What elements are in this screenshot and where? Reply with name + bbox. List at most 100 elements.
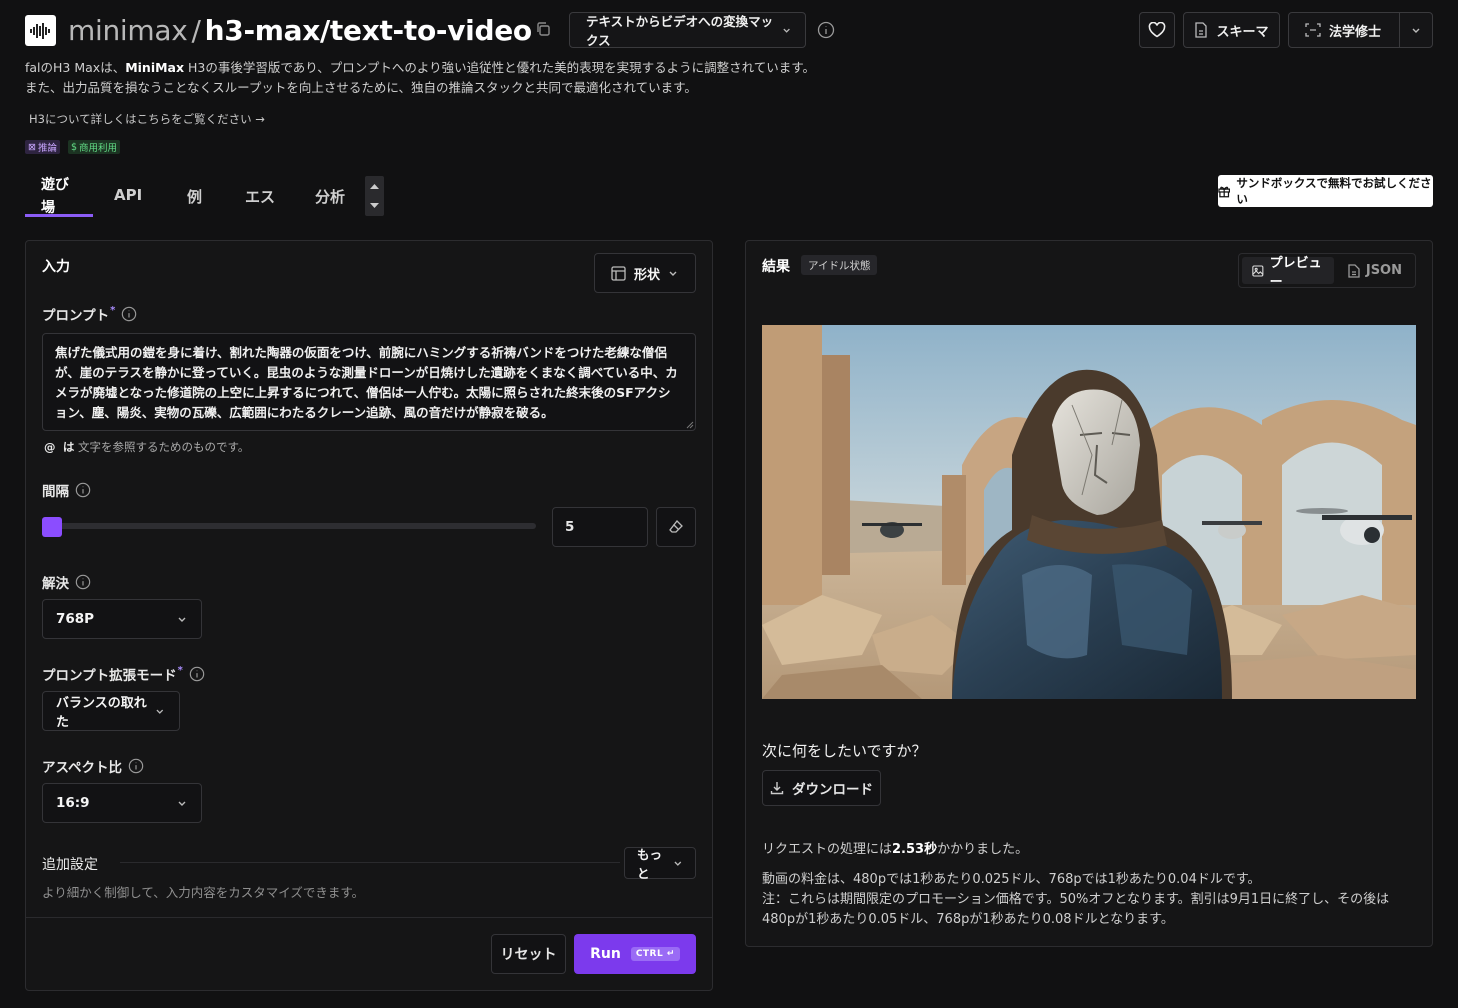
layout-icon (611, 265, 626, 281)
info-icon[interactable] (817, 21, 835, 39)
inference-badge: ⊠ 推論 (25, 140, 60, 154)
info-icon[interactable] (75, 574, 91, 590)
run-label: Run (590, 946, 621, 962)
result-title: 結果 (762, 259, 790, 275)
favorite-button[interactable] (1139, 12, 1175, 48)
resolution-value: 768P (56, 611, 95, 627)
chevron-down-icon (674, 861, 682, 866)
pricing-line-2: 注：これらは期間限定のプロモーション価格です。50%オフとなります。割引は9月1… (762, 892, 1390, 927)
video-frame-image (762, 325, 1416, 699)
badge-icon: ⊠ (28, 141, 36, 153)
copy-icon[interactable] (535, 21, 551, 37)
result-view-toggle: プレビュー JSON (1238, 253, 1416, 290)
chevron-down-icon (178, 801, 186, 806)
info-icon[interactable] (128, 758, 144, 774)
description-line-2: また、出力品質を損なうことなくスループットを向上させるために、独自の推論スタック… (25, 80, 697, 95)
model-name: h3-max/text-to-video (204, 14, 533, 47)
info-icon[interactable] (75, 482, 91, 498)
advanced-divider (120, 862, 620, 863)
file-icon (1348, 263, 1360, 278)
title-separator: / (191, 14, 201, 47)
account-button[interactable]: 法学修士 (1288, 12, 1433, 48)
duration-label: 間隔 (42, 480, 91, 500)
prompt-mode-select[interactable]: バランスの取れた (42, 691, 180, 731)
status-badge: アイドル状態 (801, 255, 878, 275)
active-tab-indicator (25, 214, 93, 217)
duration-slider[interactable] (42, 523, 536, 529)
aspect-ratio-label: アスペクト比 (42, 756, 144, 776)
duration-slider-thumb[interactable] (42, 517, 62, 537)
aspect-ratio-select[interactable]: 16:9 (42, 783, 202, 823)
commercial-badge: $ 商用利用 (68, 140, 121, 154)
download-icon (770, 782, 784, 795)
next-action-question: 次に何をしたいですか？ (762, 742, 927, 760)
info-icon[interactable] (121, 306, 137, 322)
advanced-settings-label: 追加設定 (42, 857, 98, 873)
aspect-ratio-value: 16:9 (56, 795, 90, 811)
prompt-textarea[interactable]: 焦げた儀式用の鎧を身に着け、割れた陶器の仮面をつけ、前腕にハミングする祈祷バンド… (42, 333, 696, 431)
chevron-down-icon (669, 271, 677, 276)
org-link[interactable]: minimax (68, 14, 188, 47)
pricing-info: 動画の料金は、480pでは1秒あたり0.025ドル、768pでは1秒あたり0.0… (762, 870, 1418, 930)
model-select-value: テキストからビデオへの変換マックス (586, 14, 774, 48)
prompt-label: プロンプト * (42, 304, 137, 324)
chevron-down-icon (178, 617, 186, 622)
dollar-icon: $ (71, 141, 78, 153)
preview-label: プレビュー (1269, 255, 1322, 290)
tab-scroller[interactable] (365, 176, 384, 216)
download-button[interactable]: ダウンロード (762, 770, 881, 806)
account-label: 法学修士 (1329, 24, 1382, 40)
heart-icon (1148, 22, 1166, 38)
request-time: リクエストの処理には2.53秒かかりました。 (762, 842, 1029, 857)
sandbox-button[interactable]: サンドボックスで無料でお試しください (1218, 175, 1433, 207)
tab-examples[interactable]: 例 (187, 186, 202, 207)
schema-label: スキーマ (1216, 24, 1269, 40)
clear-duration-button[interactable] (656, 507, 696, 547)
chevron-down-icon (783, 28, 790, 33)
eraser-icon (669, 520, 683, 533)
run-shortcut: CTRL ↵ (630, 947, 680, 961)
video-preview[interactable] (762, 325, 1416, 699)
chevron-down-icon (156, 709, 164, 714)
chevron-down-icon[interactable] (1411, 25, 1421, 35)
form-toggle-button[interactable]: 形状 (594, 253, 696, 293)
image-icon (1252, 264, 1264, 277)
preview-tab[interactable]: プレビュー (1242, 256, 1334, 290)
reset-button[interactable]: リセット (491, 934, 566, 974)
tab-api[interactable]: API (114, 186, 142, 204)
info-icon[interactable] (189, 666, 205, 682)
scan-icon (1305, 23, 1321, 37)
learn-more-link[interactable]: H3について詳しくはこちらをご覧ください → (29, 111, 265, 127)
advanced-settings-description: より細かく制御して、入力内容をカスタマイズできます。 (42, 885, 365, 900)
more-label: もっと (637, 847, 663, 881)
scroll-arrows-icon (370, 184, 379, 208)
page-title: minimax / h3-max/text-to-video (68, 12, 532, 50)
panel-divider (26, 917, 712, 918)
schema-button[interactable]: スキーマ (1183, 12, 1280, 48)
pricing-line-1: 動画の料金は、480pでは1秒あたり0.025ドル、768pでは1秒あたり0.0… (762, 872, 1261, 887)
input-title: 入力 (42, 259, 70, 275)
document-icon (1195, 22, 1208, 38)
more-button[interactable]: もっと (624, 847, 696, 881)
required-marker: * (177, 664, 183, 676)
run-button[interactable]: Run CTRL ↵ (574, 934, 696, 974)
gift-icon (1218, 186, 1231, 197)
tab-analytics[interactable]: 分析 (315, 186, 345, 207)
prompt-mode-label: プロンプト拡張モード * (42, 664, 205, 684)
form-label: 形状 (633, 267, 660, 283)
required-marker: * (110, 304, 116, 316)
description-line-1: falのH3 Maxは、MiniMax H3の事後学習版であり、プロンプトへのよ… (25, 60, 816, 75)
json-tab[interactable]: JSON (1338, 257, 1412, 284)
button-divider (1399, 13, 1400, 47)
resolution-label: 解決 (42, 572, 91, 592)
prompt-hint: @ は 文字を参照するためのものです。 (44, 440, 250, 454)
json-label: JSON (1365, 263, 1402, 278)
sandbox-label: サンドボックスで無料でお試しください (1236, 176, 1432, 206)
resolution-select[interactable]: 768P (42, 599, 202, 639)
tab-schema[interactable]: エス (245, 186, 275, 207)
fal-logo (25, 15, 56, 46)
duration-input[interactable]: 5 (552, 507, 648, 547)
resize-handle-icon[interactable] (686, 421, 694, 429)
model-select[interactable]: テキストからビデオへの変換マックス (569, 12, 806, 48)
prompt-mode-value: バランスの取れた (56, 696, 147, 730)
